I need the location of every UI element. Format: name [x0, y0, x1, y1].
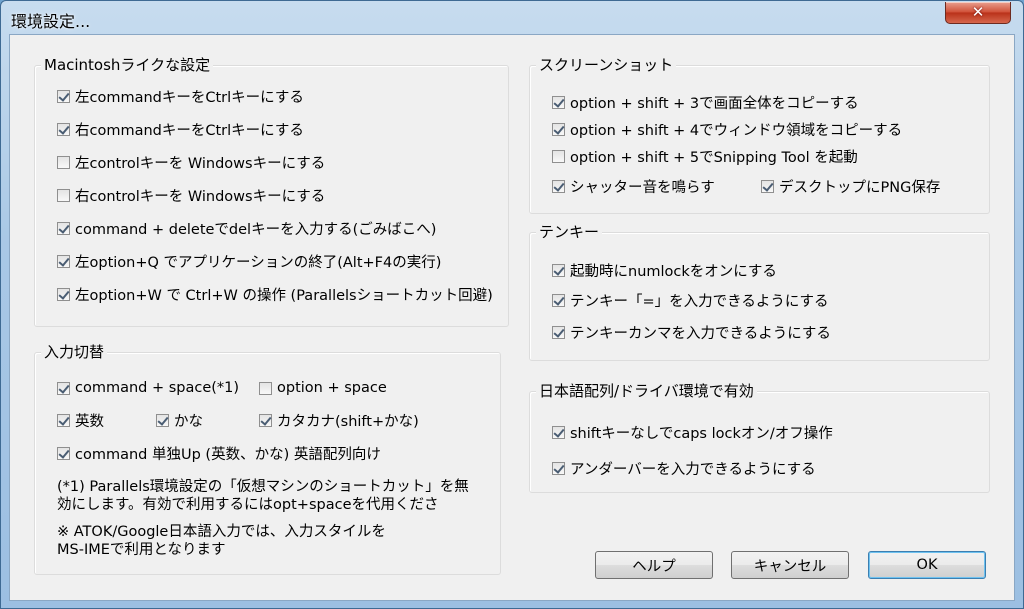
option-w-checkbox[interactable]: 左option+W で Ctrl+W の操作 (Parallelsショートカット…	[57, 284, 493, 304]
tenkey-equals-checkbox[interactable]: テンキー「=」を入力できるようにする	[552, 290, 829, 310]
checkbox-icon[interactable]	[761, 179, 774, 193]
right-control-windows-checkbox[interactable]: 右controlキーを Windowsキーにする	[57, 185, 325, 205]
checkbox-icon[interactable]	[57, 188, 70, 202]
shutter-sound-checkbox[interactable]: シャッター音を鳴らす	[552, 176, 715, 196]
checkbox-icon[interactable]	[57, 89, 70, 103]
shortcut-note-line1: (*1) Parallels環境設定の「仮想マシンのショートカット」を無	[57, 479, 469, 495]
screenshot-title: スクリーンショット	[536, 56, 677, 74]
katakana-checkbox[interactable]: カタカナ(shift+かな)	[259, 410, 419, 430]
shortcut-note-line2: 効にします。有効で利用するにはopt+spaceを代用くださ	[57, 497, 439, 513]
jp-layout-group: 日本語配列/ドライバ環境で有効 shiftキーなしでcaps lockオン/オフ…	[529, 382, 990, 493]
underbar-checkbox[interactable]: アンダーバーを入力できるようにする	[552, 458, 816, 478]
checkbox-icon[interactable]	[259, 381, 272, 395]
checkbox-icon[interactable]	[552, 149, 565, 163]
close-icon: ✕	[971, 3, 985, 21]
caps-lock-checkbox[interactable]: shiftキーなしでcaps lockオン/オフ操作	[552, 422, 833, 442]
checkbox-icon[interactable]	[57, 287, 70, 301]
mac-settings-group: Macintoshライクな設定 左commandキーをCtrlキーにする 右co…	[34, 56, 509, 327]
settings-dialog: 環境設定... ✕ Macintoshライクな設定 左commandキーをCtr…	[0, 0, 1024, 609]
checkbox-icon[interactable]	[552, 179, 565, 193]
checkbox-icon[interactable]	[57, 155, 70, 169]
screenshot-group: スクリーンショット option + shift + 3で画面全体をコピーする …	[529, 56, 990, 214]
checkbox-icon[interactable]	[57, 221, 70, 235]
command-space-checkbox[interactable]: command + space(*1)	[57, 378, 239, 398]
checkbox-icon[interactable]	[552, 122, 565, 136]
atok-note-line1: ※ ATOK/Google日本語入力では、入力スタイルを	[57, 524, 386, 540]
eisu-checkbox[interactable]: 英数	[57, 410, 104, 430]
input-switch-group: 入力切替 command + space(*1) option + space …	[34, 343, 501, 575]
checkbox-icon[interactable]	[552, 425, 565, 439]
input-switch-title: 入力切替	[41, 343, 108, 361]
right-command-ctrl-checkbox[interactable]: 右commandキーをCtrlキーにする	[57, 119, 304, 139]
window-title: 環境設定...	[11, 12, 91, 31]
shift-3-checkbox[interactable]: option + shift + 3で画面全体をコピーする	[552, 92, 859, 112]
command-single-up-checkbox[interactable]: command 単独Up (英数、かな) 英語配列向け	[57, 443, 381, 463]
checkbox-icon[interactable]	[156, 413, 169, 427]
tenkey-group: テンキー 起動時にnumlockをオンにする テンキー「=」を入力できるようにす…	[529, 223, 990, 361]
help-button[interactable]: ヘルプ	[595, 551, 713, 579]
shift-4-checkbox[interactable]: option + shift + 4でウィンドウ領域をコピーする	[552, 119, 902, 139]
checkbox-icon[interactable]	[57, 413, 70, 427]
close-button[interactable]: ✕	[945, 2, 1011, 24]
checkbox-icon[interactable]	[57, 381, 70, 395]
mac-settings-title: Macintoshライクな設定	[41, 56, 214, 74]
tenkey-comma-checkbox[interactable]: テンキーカンマを入力できるようにする	[552, 322, 831, 342]
checkbox-icon[interactable]	[552, 461, 565, 475]
checkbox-icon[interactable]	[57, 446, 70, 460]
option-q-checkbox[interactable]: 左option+Q でアプリケーションの終了(Alt+F4の実行)	[57, 251, 441, 271]
option-space-checkbox[interactable]: option + space	[259, 378, 387, 398]
tenkey-title: テンキー	[536, 223, 603, 241]
cancel-button[interactable]: キャンセル	[731, 551, 849, 579]
dialog-client-area: Macintoshライクな設定 左commandキーをCtrlキーにする 右co…	[9, 34, 1015, 601]
command-delete-checkbox[interactable]: command + deleteでdelキーを入力する(ごみばこへ)	[57, 218, 436, 238]
checkbox-icon[interactable]	[57, 122, 70, 136]
left-control-windows-checkbox[interactable]: 左controlキーを Windowsキーにする	[57, 152, 325, 172]
title-bar[interactable]: 環境設定... ✕	[1, 1, 1023, 35]
left-command-ctrl-checkbox[interactable]: 左commandキーをCtrlキーにする	[57, 86, 304, 106]
checkbox-icon[interactable]	[552, 325, 565, 339]
checkbox-icon[interactable]	[552, 293, 565, 307]
numlock-on-checkbox[interactable]: 起動時にnumlockをオンにする	[552, 260, 777, 280]
ok-button[interactable]: OK	[868, 551, 986, 579]
checkbox-icon[interactable]	[552, 95, 565, 109]
desktop-png-checkbox[interactable]: デスクトップにPNG保存	[761, 176, 940, 196]
checkbox-icon[interactable]	[259, 413, 272, 427]
shift-5-checkbox[interactable]: option + shift + 5でSnipping Tool を起動	[552, 146, 858, 166]
atok-note-line2: MS-IMEで利用となります	[57, 542, 226, 558]
checkbox-icon[interactable]	[57, 254, 70, 268]
kana-checkbox[interactable]: かな	[156, 410, 203, 430]
checkbox-icon[interactable]	[552, 263, 565, 277]
jp-layout-title: 日本語配列/ドライバ環境で有効	[536, 382, 757, 400]
